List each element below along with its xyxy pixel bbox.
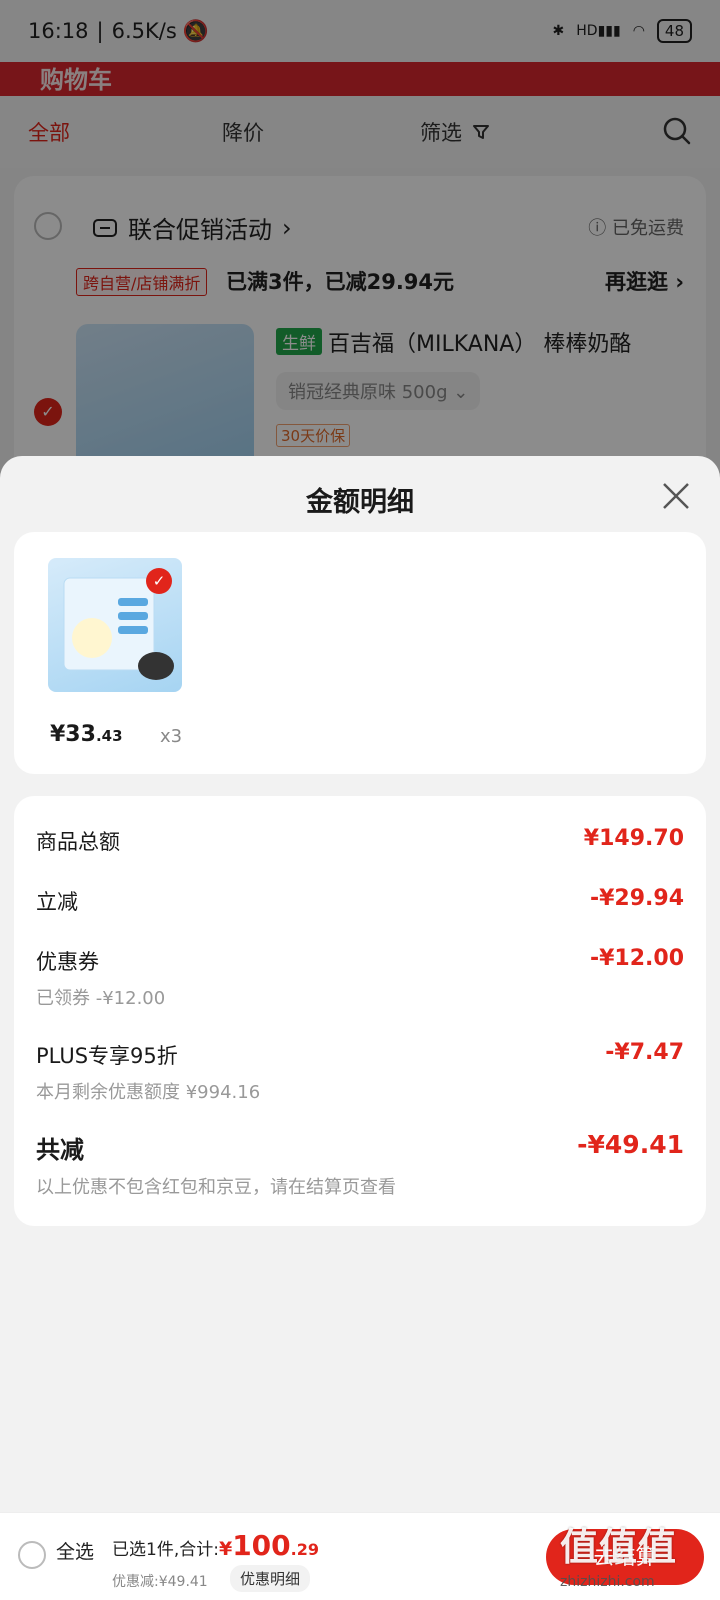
amount-detail-sheet: 金额明细 ✓ ¥33.43 x3 商品总额 ¥149.70 立减 -¥29.94	[0, 456, 720, 1512]
select-all-radio[interactable]	[18, 1541, 46, 1569]
plus-discount-sub: 本月剩余优惠额度 ¥994.16	[36, 1082, 261, 1103]
close-icon[interactable]	[658, 478, 694, 514]
item-quantity: x3	[160, 726, 183, 747]
selected-check-icon: ✓	[146, 568, 172, 594]
instant-discount-amount: -¥29.94	[589, 886, 684, 911]
row-plus-discount: PLUS专享95折 本月剩余优惠额度 ¥994.16 -¥7.47	[36, 1040, 684, 1104]
discount-detail-button[interactable]: 优惠明细	[230, 1565, 311, 1592]
watermark-logo: 值值值	[560, 1525, 678, 1569]
sheet-title: 金额明细	[306, 487, 414, 518]
coupon-label: 优惠券	[36, 950, 99, 974]
row-instant-discount: 立减 -¥29.94	[36, 886, 684, 916]
item-card: ✓ ¥33.43 x3	[14, 532, 706, 774]
selected-count-label: 已选1件,合计:	[112, 1540, 219, 1560]
row-goods-total: 商品总额 ¥149.70	[36, 826, 684, 856]
instant-discount-label: 立减	[36, 890, 78, 914]
unit-price: ¥33.43	[50, 722, 123, 747]
row-total-discount: 共减 以上优惠不包含红包和京豆，请在结算页查看 -¥49.41	[36, 1130, 684, 1199]
plus-discount-amount: -¥7.47	[605, 1040, 684, 1065]
goods-total-amount: ¥149.70	[583, 826, 684, 851]
discount-summary: 优惠减:¥49.41	[112, 1574, 208, 1590]
total-discount-note: 以上优惠不包含红包和京豆，请在结算页查看	[36, 1177, 396, 1198]
total-discount-amount: -¥49.41	[577, 1130, 684, 1159]
select-all-label[interactable]: 全选	[56, 1537, 94, 1564]
total-summary: 已选1件,合计:¥100.29	[112, 1529, 319, 1562]
coupon-amount: -¥12.00	[589, 946, 684, 971]
total-price-dec: .29	[290, 1540, 319, 1559]
price-breakdown-card: 商品总额 ¥149.70 立减 -¥29.94 优惠券 已领券 -¥12.00 …	[14, 796, 706, 1226]
plus-discount-label: PLUS专享95折	[36, 1044, 178, 1068]
row-coupon: 优惠券 已领券 -¥12.00 -¥12.00	[36, 946, 684, 1010]
total-price-int: 100	[232, 1529, 291, 1562]
currency-symbol: ¥	[218, 1538, 233, 1560]
coupon-sub: 已领券 -¥12.00	[36, 988, 166, 1009]
item-thumbnail: ✓	[48, 558, 182, 692]
watermark-url: zhizhizhi.com	[560, 1574, 655, 1590]
